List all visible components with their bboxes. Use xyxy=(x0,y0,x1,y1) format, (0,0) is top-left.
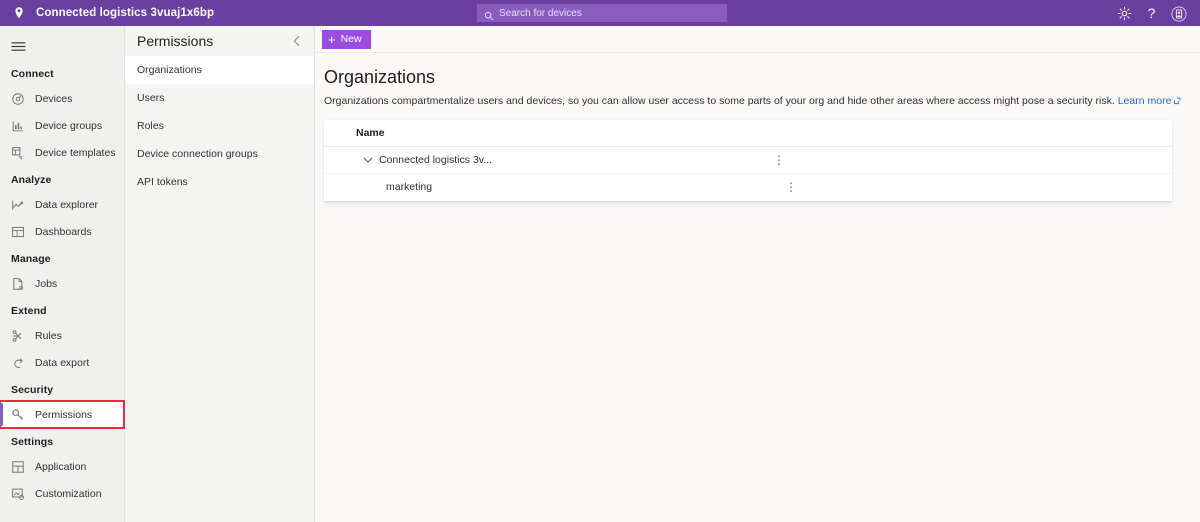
row-name-cell: Connected logistics 3v... xyxy=(324,154,746,166)
learn-more-link[interactable]: Learn more xyxy=(1118,95,1172,107)
sidebar-item-label: Data explorer xyxy=(35,198,99,211)
nav-group-extend: Extend xyxy=(11,305,47,317)
sidebar-item-devices[interactable]: Devices xyxy=(0,85,124,112)
panel-title: Permissions xyxy=(137,33,214,49)
nav-group-manage: Manage xyxy=(11,253,51,265)
sidebar-item-label: Customization xyxy=(35,487,102,500)
data-explorer-icon xyxy=(11,198,25,212)
main-content: + New Organizations Organizations compar… xyxy=(315,26,1200,522)
sidebar-item-permissions[interactable]: Permissions xyxy=(0,400,125,429)
sidebar-item-label: Rules xyxy=(35,329,62,342)
chevron-down-icon[interactable] xyxy=(362,154,374,166)
device-templates-icon xyxy=(11,146,25,160)
data-export-icon xyxy=(11,356,25,370)
nav-group-analyze: Analyze xyxy=(11,174,52,186)
row-name-label: Connected logistics 3v... xyxy=(379,153,493,166)
device-groups-icon xyxy=(11,119,25,133)
new-button[interactable]: + New xyxy=(322,29,371,49)
dashboards-icon xyxy=(11,225,25,239)
row-name-label: marketing xyxy=(386,181,433,194)
nav-group-security: Security xyxy=(11,384,54,396)
application-icon xyxy=(11,460,25,474)
plus-icon: + xyxy=(328,31,336,47)
sidebar-item-label: Jobs xyxy=(35,277,58,290)
left-navigation: Connect Devices Device groups Device tem… xyxy=(0,26,125,522)
location-pin-icon xyxy=(12,6,26,20)
panel-item-device-connection-groups[interactable]: Device connection groups xyxy=(125,140,314,168)
app-body: Connect Devices Device groups Device tem… xyxy=(0,26,1200,522)
organizations-table: Name Connected logistics 3v... ⋮ marketi… xyxy=(324,119,1172,201)
sidebar-item-customization[interactable]: Customization xyxy=(0,480,124,507)
panel-item-api-tokens[interactable]: API tokens xyxy=(125,168,314,196)
sidebar-item-jobs[interactable]: Jobs xyxy=(0,270,124,297)
sidebar-item-label: Devices xyxy=(35,92,73,105)
app-root: Connected logistics 3vuaj1x6bp Search fo… xyxy=(0,0,1200,522)
sidebar-item-dashboards[interactable]: Dashboards xyxy=(0,218,124,245)
permissions-panel: Permissions Organizations Users Roles De… xyxy=(125,26,315,522)
header-brand[interactable]: Connected logistics 3vuaj1x6bp xyxy=(0,6,214,20)
panel-item-organizations[interactable]: Organizations xyxy=(125,56,314,84)
sidebar-item-label: Dashboards xyxy=(35,225,92,238)
devices-icon xyxy=(11,92,25,106)
new-button-label: New xyxy=(340,33,362,45)
sidebar-item-device-templates[interactable]: Device templates xyxy=(0,139,124,166)
help-icon[interactable]: ? xyxy=(1146,5,1157,21)
sidebar-item-label: Data export xyxy=(35,356,90,369)
more-vertical-icon[interactable]: ⋮ xyxy=(770,154,788,166)
sidebar-item-label: Application xyxy=(35,460,87,473)
header-actions: ? xyxy=(1117,0,1194,26)
table-row[interactable]: marketing ⋮ xyxy=(324,174,1172,201)
column-header-name: Name xyxy=(356,126,385,139)
sidebar-item-label: Device groups xyxy=(35,119,103,132)
chevron-left-icon[interactable] xyxy=(290,34,304,48)
sidebar-item-rules[interactable]: Rules xyxy=(0,322,124,349)
table-row[interactable]: Connected logistics 3v... ⋮ xyxy=(324,147,1172,174)
page-description: Organizations compartmentalize users and… xyxy=(324,94,1182,109)
key-icon xyxy=(11,408,25,422)
top-header-bar: Connected logistics 3vuaj1x6bp Search fo… xyxy=(0,0,1200,26)
sidebar-item-device-groups[interactable]: Device groups xyxy=(0,112,124,139)
customization-icon xyxy=(11,487,25,501)
page-title: Organizations xyxy=(324,67,436,87)
nav-group-connect: Connect xyxy=(11,68,54,80)
account-badge-icon[interactable] xyxy=(1171,5,1187,22)
more-vertical-icon[interactable]: ⋮ xyxy=(782,181,800,193)
jobs-icon xyxy=(11,277,25,291)
command-bar: + New xyxy=(315,26,1200,53)
rules-icon xyxy=(11,329,25,343)
permissions-panel-header: Permissions xyxy=(125,26,314,56)
app-title: Connected logistics 3vuaj1x6bp xyxy=(36,7,215,19)
panel-item-users[interactable]: Users xyxy=(125,84,314,112)
organizations-content: Organizations Organizations compartmenta… xyxy=(315,53,1200,201)
settings-gear-icon[interactable] xyxy=(1117,6,1132,21)
sidebar-item-data-explorer[interactable]: Data explorer xyxy=(0,191,124,218)
sidebar-item-data-export[interactable]: Data export xyxy=(0,349,124,376)
sidebar-item-label: Device templates xyxy=(35,146,116,159)
sidebar-item-label: Permissions xyxy=(35,408,93,421)
search-icon xyxy=(484,8,494,21)
panel-item-roles[interactable]: Roles xyxy=(125,112,314,140)
external-link-icon xyxy=(1173,95,1181,105)
search-box[interactable] xyxy=(477,4,727,22)
nav-group-settings: Settings xyxy=(11,436,54,448)
sidebar-item-application[interactable]: Application xyxy=(0,453,124,480)
search-input[interactable] xyxy=(499,7,720,19)
row-name-cell: marketing xyxy=(324,181,758,193)
hamburger-menu-icon[interactable] xyxy=(0,32,125,60)
page-description-text: Organizations compartmentalize users and… xyxy=(324,95,1115,107)
table-header-row: Name xyxy=(324,120,1172,147)
